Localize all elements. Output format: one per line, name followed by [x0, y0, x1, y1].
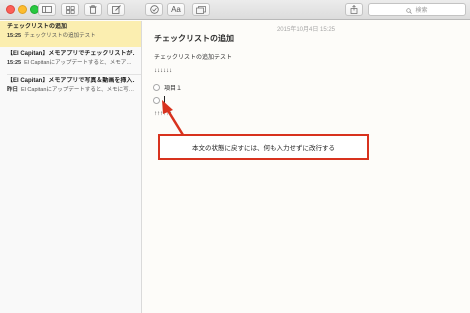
instruction-callout: 本文の状態に戻すには、何も入力せずに改行する	[158, 134, 369, 160]
callout-text: 本文の状態に戻すには、何も入力せずに改行する	[192, 145, 335, 152]
notes-window: Aa 検索 チェックリストの追加 15:25 チェックリストの追加テスト 【El …	[0, 0, 470, 313]
